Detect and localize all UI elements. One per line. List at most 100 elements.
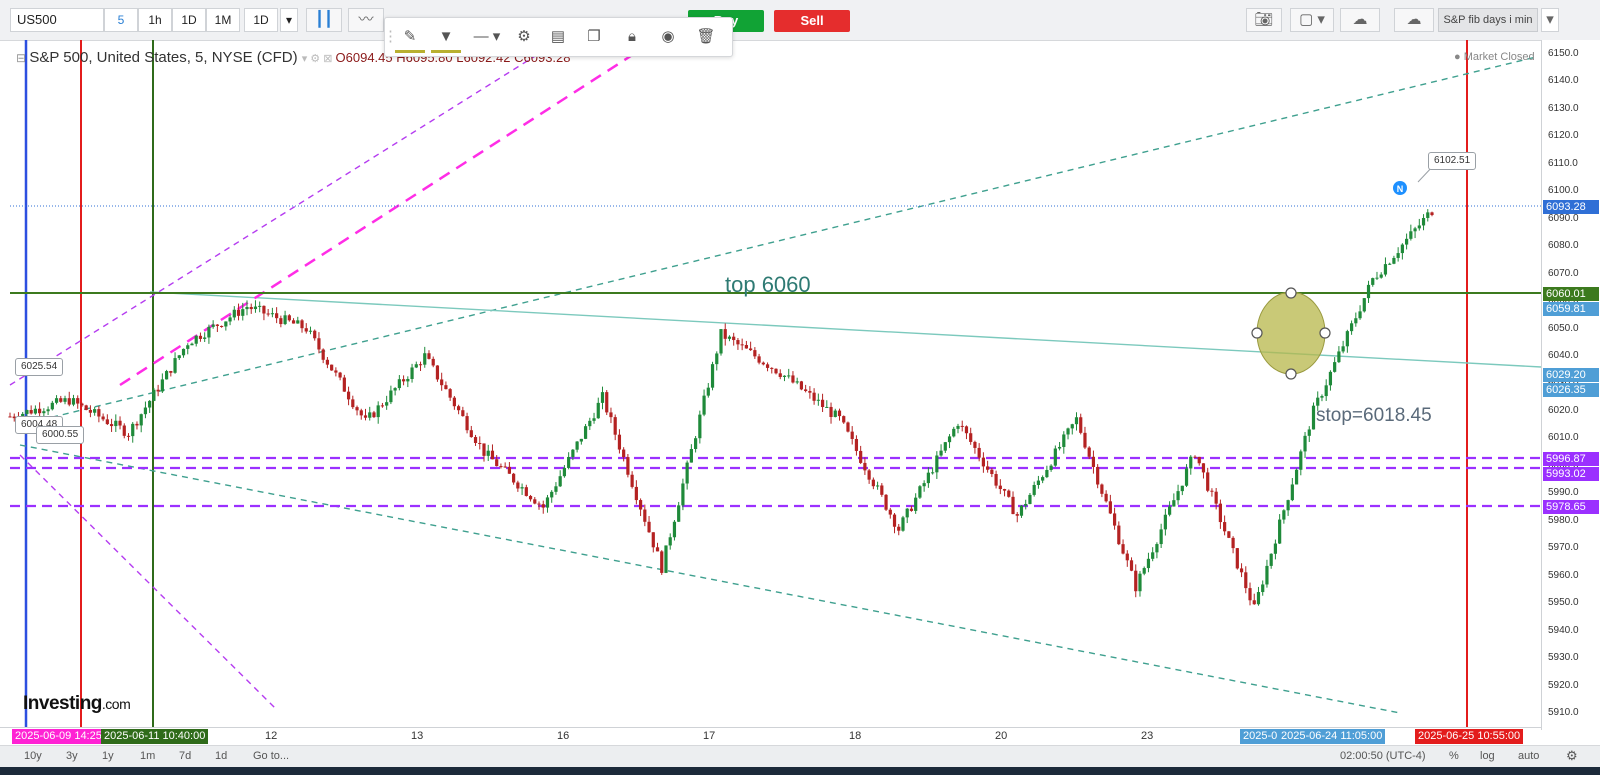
legend-menu-icon[interactable]: ▾ ⚙ ⊠ [302,53,336,65]
price-chart[interactable]: N [0,40,1541,727]
legend-collapse-icon[interactable]: ⊟ [16,51,29,65]
settings-gear-icon[interactable]: ⚙ [509,24,539,50]
price-axis[interactable]: 5910.0 5920.0 5930.0 5940.0 5950.0 5960.0 5970… [1541,40,1600,730]
range-1y-button[interactable]: 1y [102,750,114,762]
interval-selected-button[interactable]: 1D [244,8,278,32]
range-3y-button[interactable]: 3y [66,750,78,762]
camera-icon[interactable]: 📷︎ [1246,8,1282,32]
sell-button[interactable]: Sell [774,10,850,32]
candle-body [1138,573,1142,592]
layers-icon[interactable]: ▤ [543,24,573,50]
cloud-upload-icon[interactable]: ☁ [1394,8,1434,32]
candle-body [1134,570,1138,592]
candle-body [317,338,321,350]
range-10y-button[interactable]: 10y [24,750,42,762]
top-annotation-label[interactable]: top 6060 [725,272,811,298]
auto-toggle[interactable]: auto [1518,750,1539,762]
candle-body [723,329,727,339]
candle-body [169,371,173,373]
time-axis[interactable]: 12 13 16 17 18 20 23 2025-06-09 14:25 20… [0,727,1541,746]
candles-icon[interactable]: ┃┃ [306,8,342,32]
candle-body [854,438,859,451]
candle-body [211,324,215,327]
interval-5-button[interactable]: 5 [104,8,138,32]
range-1d-button[interactable]: 1d [215,750,227,762]
candle-body [380,405,385,407]
interval-1m-button[interactable]: 1M [206,8,240,32]
color-box-icon[interactable]: ▢ ▾ [1290,8,1334,32]
candle-body [1125,553,1129,561]
price-callout[interactable]: 6025.54 [15,358,64,376]
time-tag-ellipse-start: 2025-0 [1240,729,1281,744]
candle-body [355,407,359,411]
candle-body [516,482,520,489]
candle-body [626,457,630,475]
candle-body [482,443,486,456]
candle-body [952,428,956,437]
cloud-download-icon[interactable]: ☁ [1340,8,1380,32]
time-tick: 20 [995,730,1008,742]
line-chart-icon[interactable]: 〰 [348,8,384,32]
range-1m-button[interactable]: 1m [140,750,155,762]
candle-body [1070,424,1074,429]
candle-body [1392,257,1396,264]
candle-body [719,329,723,354]
fill-bucket-icon[interactable]: ▼ [431,24,461,53]
candle-body [224,321,228,327]
candle-body [677,505,681,522]
candle-body [706,387,710,396]
price-callout[interactable]: 6102.51 [1428,152,1477,170]
candle-body [905,508,909,518]
price-tick: 6150.0 [1548,47,1579,59]
price-tick: 5980.0 [1548,514,1579,526]
log-toggle[interactable]: log [1480,750,1495,762]
lock-icon[interactable]: 🔒︎ [617,24,647,50]
stop-annotation-label[interactable]: stop=6018.45 [1316,405,1432,427]
time-tick: 18 [849,730,862,742]
candle-body [1358,311,1362,319]
time-tag-ellipse: 2025-06-24 11:05:00 [1278,729,1386,744]
clone-icon[interactable]: ❐ [579,24,609,50]
goto-button[interactable]: Go to... [253,750,289,762]
candle-body [465,416,469,431]
candle-body [368,412,372,418]
price-tag-current: 6093.28 [1543,200,1599,214]
dropdown-caret-icon[interactable]: ▾ [1541,8,1559,32]
candle-body [29,410,33,414]
interval-1d-button[interactable]: 1D [172,8,206,32]
candle-body [181,348,186,356]
layout-name-label[interactable]: S&P fib days i min [1438,8,1538,32]
candle-body [1337,351,1341,363]
range-7d-button[interactable]: 7d [179,750,191,762]
eye-icon[interactable]: ◉ [653,24,683,50]
percent-toggle[interactable]: % [1449,750,1459,762]
settings-gear-icon[interactable]: ⚙ [1566,748,1578,764]
candle-body [672,521,677,538]
candle-body [765,364,770,368]
candle-body [512,473,516,483]
interval-dropdown-icon[interactable]: ▾ [280,8,298,32]
price-tick: 5930.0 [1548,652,1579,664]
candle-body [270,313,274,315]
candle-body [1197,456,1201,464]
candle-body [1096,466,1100,485]
candle-body [1261,584,1265,593]
line-style-icon[interactable]: — ▾ [467,24,507,50]
price-callout[interactable]: 6000.55 [36,426,85,444]
candle-body [503,466,507,468]
candle-body [533,499,537,504]
pencil-icon[interactable]: ✎ [395,24,425,53]
candle-body [486,450,490,456]
candle-body [655,547,660,552]
price-tick: 5920.0 [1548,679,1579,691]
candle-body [859,450,863,463]
price-tick: 6050.0 [1548,322,1579,334]
purple-diag-1 [9,52,541,386]
price-tick: 6110.0 [1548,157,1578,169]
candle-body [698,414,702,439]
interval-1h-button[interactable]: 1h [138,8,172,32]
symbol-search-input[interactable]: US500 [10,8,104,32]
trash-icon[interactable]: 🗑︎ [691,24,721,50]
candle-body [143,407,148,415]
drag-handle-icon[interactable]: ⋮ [383,24,398,50]
